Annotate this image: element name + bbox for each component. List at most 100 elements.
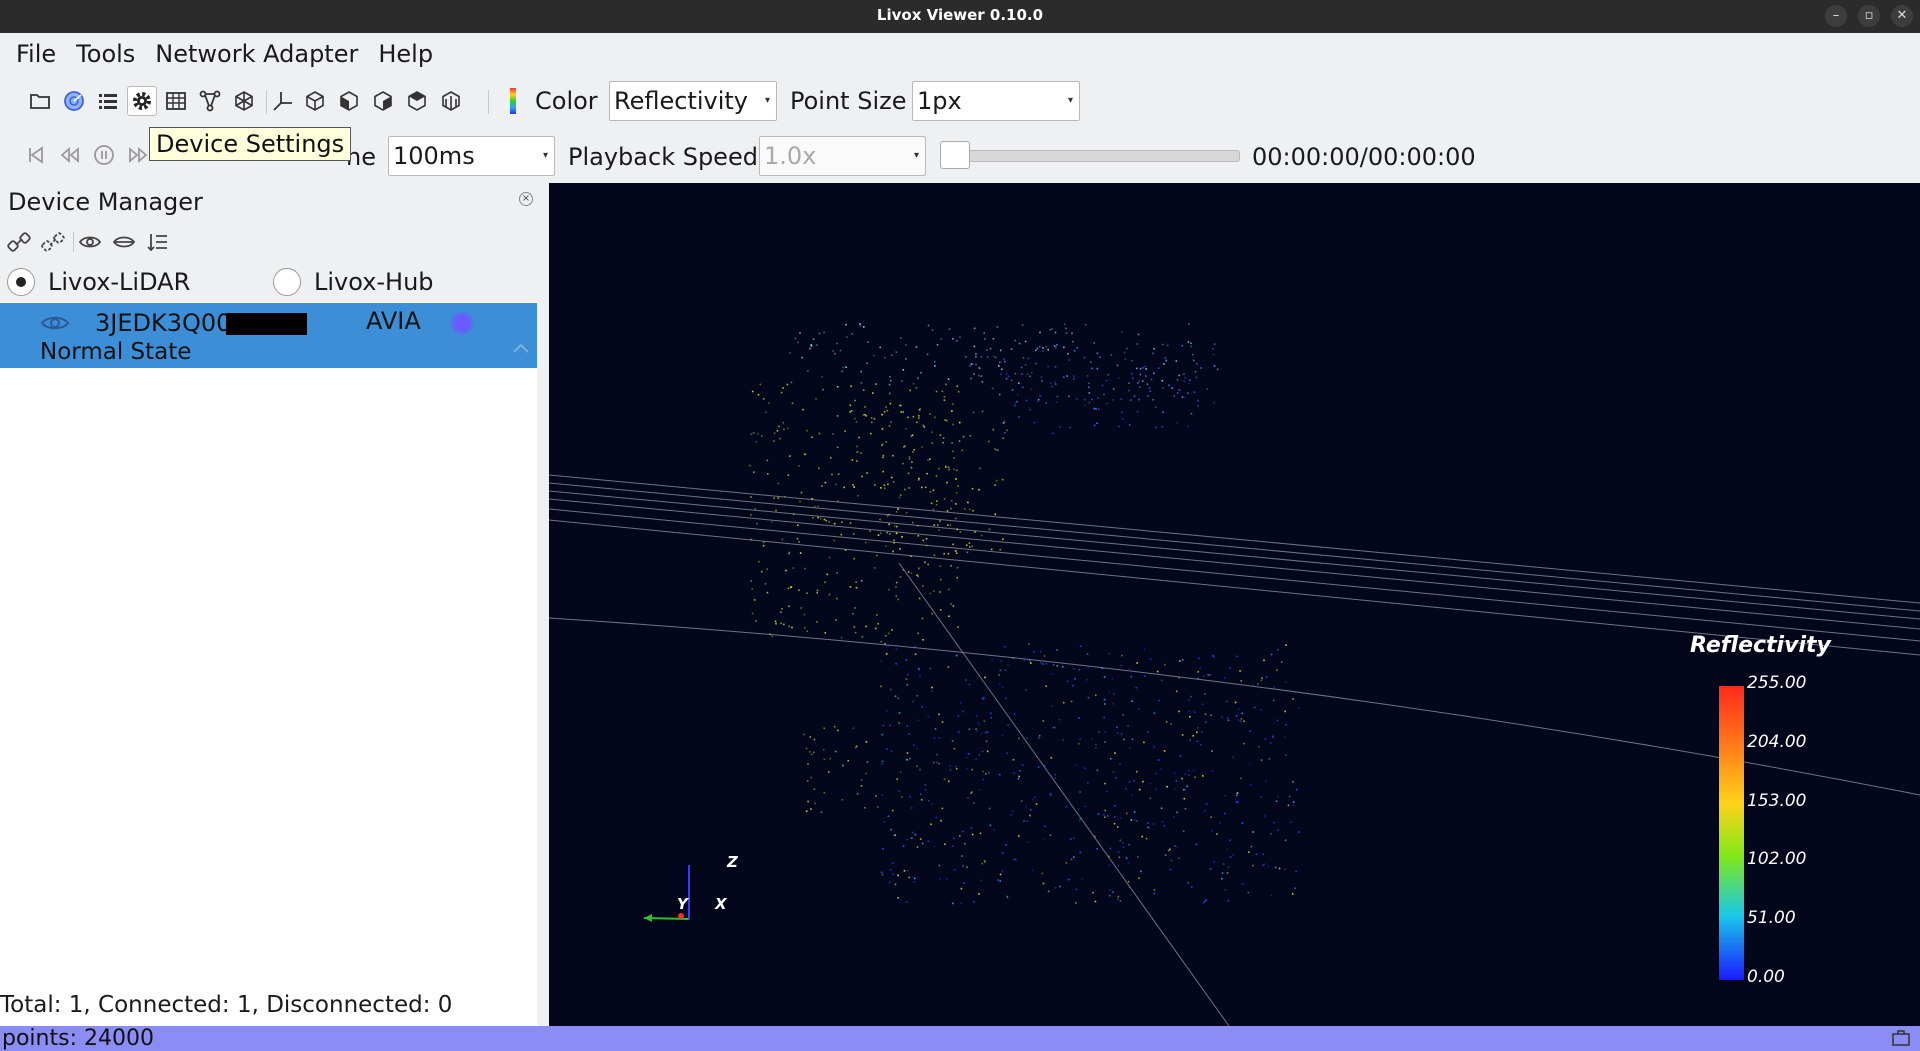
point-cloud-point (755, 620, 757, 622)
point-cloud-point (1125, 787, 1127, 790)
point-cloud-point (1285, 754, 1287, 756)
point-cloud-viewport[interactable]: Z Y X Reflectivity 255.00 204.00 153.00 … (549, 183, 1920, 1026)
sort-list-icon[interactable] (146, 230, 170, 254)
color-select[interactable]: Reflectivity ▾ (609, 81, 777, 121)
point-cloud-point (921, 446, 923, 448)
point-cloud-point (946, 878, 948, 880)
radar-icon[interactable] (59, 86, 89, 116)
close-icon[interactable]: ✕ (1891, 5, 1913, 27)
playback-slider-handle[interactable] (940, 141, 970, 169)
point-cloud-point (886, 531, 888, 534)
point-cloud-point (866, 472, 868, 474)
point-cloud-point (1270, 894, 1273, 897)
color-label: Color (535, 87, 598, 115)
point-cloud-point (931, 686, 933, 689)
point-cloud-point (876, 614, 878, 616)
list-icon[interactable] (93, 86, 123, 116)
restore-icon[interactable]: ▫ (1858, 5, 1880, 27)
point-cloud-point (888, 881, 891, 884)
point-cloud-point (950, 603, 952, 605)
playback-slider[interactable] (948, 150, 1240, 162)
point-cloud-point (771, 521, 773, 523)
point-cloud-point (1201, 731, 1203, 733)
point-cloud-point (1163, 825, 1166, 827)
point-cloud-point (1196, 731, 1198, 734)
axis-icon[interactable] (268, 86, 298, 116)
point-cloud-point (1078, 669, 1081, 671)
cube-top-icon[interactable] (402, 86, 432, 116)
eye-icon[interactable] (40, 311, 70, 335)
menu-tools[interactable]: Tools (66, 40, 145, 68)
gear-icon[interactable] (127, 86, 157, 116)
skip-start-icon[interactable] (21, 140, 51, 170)
menu-file[interactable]: File (6, 40, 66, 68)
network-icon[interactable] (195, 86, 225, 116)
chevron-up-icon[interactable] (511, 341, 531, 355)
point-cloud-point (1152, 398, 1154, 401)
point-cloud-point (953, 868, 956, 871)
point-cloud-point (968, 542, 971, 544)
point-cloud-point (1037, 400, 1039, 403)
connect-icon[interactable] (7, 230, 31, 254)
point-cloud-point (1093, 407, 1095, 410)
point-cloud-point (1052, 726, 1054, 729)
keyboard-icon[interactable] (1892, 1030, 1910, 1046)
point-cloud-point (806, 630, 808, 633)
radio-livox-lidar[interactable] (7, 268, 35, 296)
point-cloud-point (1094, 900, 1097, 903)
point-cloud-point (777, 482, 780, 485)
eye-closed-icon[interactable] (112, 230, 136, 254)
playback-speed-select[interactable]: 1.0x ▾ (759, 136, 926, 176)
cube-iso-icon[interactable] (436, 86, 466, 116)
point-cloud-point (1119, 900, 1122, 902)
cube-right-icon[interactable] (368, 86, 398, 116)
point-cloud-point (775, 509, 777, 512)
point-cloud-point (1029, 375, 1031, 378)
point-cloud-point (791, 626, 793, 629)
cube-outline-icon[interactable] (229, 86, 259, 116)
point-cloud-point (856, 460, 858, 462)
point-cloud-point (1162, 411, 1164, 413)
point-cloud-point (783, 428, 785, 431)
point-cloud-point (1023, 659, 1026, 661)
pause-icon[interactable] (89, 140, 119, 170)
point-cloud-point (1160, 679, 1163, 682)
point-cloud-point (1050, 382, 1052, 385)
device-list-item[interactable]: 3JEDK3Q00 AVIA Normal State (0, 303, 537, 368)
point-cloud-point (901, 536, 903, 538)
point-cloud-point (1045, 402, 1048, 404)
menu-help[interactable]: Help (368, 40, 443, 68)
point-cloud-point (822, 388, 824, 391)
cube-front-icon[interactable] (300, 86, 330, 116)
point-cloud-point (1063, 346, 1065, 349)
radio-livox-hub[interactable] (273, 268, 301, 296)
point-cloud-point (1035, 803, 1038, 805)
disconnect-icon[interactable] (41, 230, 65, 254)
point-size-select[interactable]: 1px ▾ (912, 81, 1080, 121)
point-cloud-point (1083, 767, 1086, 770)
open-folder-icon[interactable] (25, 86, 55, 116)
point-cloud-point (938, 737, 941, 739)
point-cloud-point (1116, 726, 1118, 729)
point-cloud-point (1141, 380, 1144, 382)
point-cloud-point (1097, 813, 1100, 815)
point-cloud-point (830, 456, 832, 459)
point-cloud-point (1275, 866, 1277, 869)
rewind-icon[interactable] (55, 140, 85, 170)
close-icon[interactable]: × (519, 192, 533, 206)
panel-splitter[interactable] (537, 182, 549, 1027)
point-cloud-point (1277, 649, 1279, 651)
frame-time-select[interactable]: 100ms ▾ (388, 136, 555, 176)
eye-icon[interactable] (78, 230, 102, 254)
point-cloud-point (1007, 375, 1010, 378)
point-cloud-point (900, 411, 903, 413)
minimize-icon[interactable]: – (1825, 5, 1847, 27)
point-cloud-point (1070, 858, 1073, 861)
point-cloud-point (957, 626, 959, 628)
menu-network-adapter[interactable]: Network Adapter (145, 40, 368, 68)
point-cloud-point (964, 508, 966, 510)
point-cloud-point (1161, 379, 1164, 382)
table-icon[interactable] (161, 86, 191, 116)
cube-side-icon[interactable] (334, 86, 364, 116)
point-cloud-point (905, 358, 907, 360)
